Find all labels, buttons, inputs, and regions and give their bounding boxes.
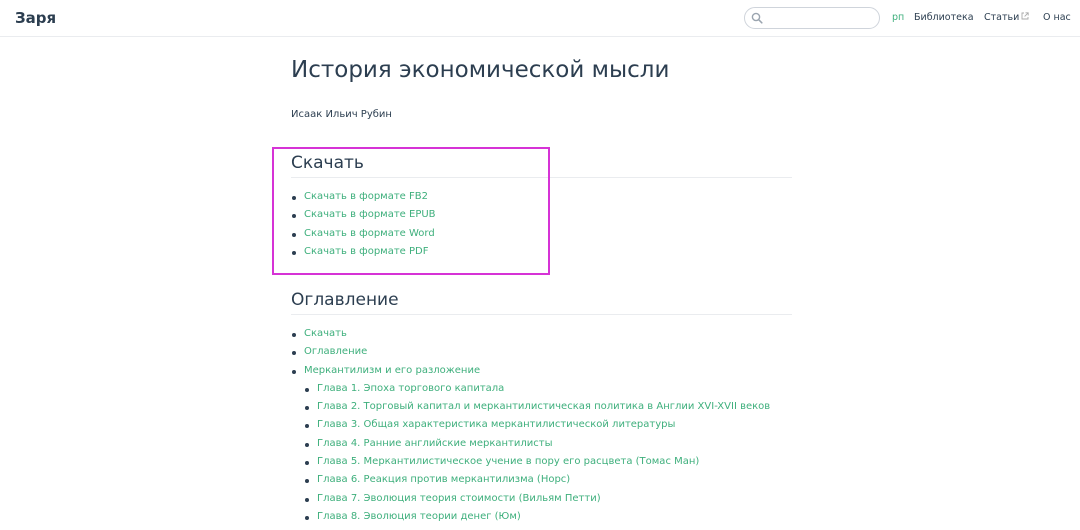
page-title: История экономической мысли — [291, 57, 670, 83]
site-name[interactable]: Заря — [15, 9, 56, 27]
toc-link[interactable]: Глава 1. Эпоха торгового капитала — [317, 383, 504, 394]
toc-link[interactable]: Меркантилизм и его разложение — [304, 365, 480, 376]
external-link-icon — [1021, 12, 1029, 20]
search-box[interactable] — [744, 7, 880, 29]
list-item: Глава 4. Ранние английские меркантилисты — [291, 438, 770, 456]
nav-link-rp[interactable]: рп — [892, 12, 904, 23]
toc-list: Скачать Оглавление Меркантилизм и его ра… — [291, 328, 770, 529]
toc-link[interactable]: Глава 8. Эволюция теории денег (Юм) — [317, 511, 521, 522]
toc-heading: Оглавление — [291, 290, 792, 315]
list-item: Глава 7. Эволюция теория стоимости (Виль… — [291, 493, 770, 511]
toc-link[interactable]: Скачать — [304, 328, 347, 339]
list-item: Глава 6. Реакция против меркантилизма (Н… — [291, 474, 770, 492]
list-item: Глава 1. Эпоха торгового капитала — [291, 383, 770, 401]
toc-link[interactable]: Глава 7. Эволюция теория стоимости (Виль… — [317, 493, 601, 504]
list-item: Глава 8. Эволюция теории денег (Юм) — [291, 511, 770, 529]
toc-link[interactable]: Оглавление — [304, 346, 367, 357]
search-input[interactable] — [767, 10, 873, 26]
list-item: Глава 3. Общая характеристика меркантили… — [291, 419, 770, 437]
toc-link[interactable]: Глава 6. Реакция против меркантилизма (Н… — [317, 474, 570, 485]
list-item: Глава 2. Торговый капитал и меркантилист… — [291, 401, 770, 419]
highlight-box — [272, 147, 550, 275]
nav-link-library[interactable]: Библиотека — [914, 12, 974, 23]
list-item: Скачать — [291, 328, 770, 346]
list-item: Глава 5. Меркантилистическое учение в по… — [291, 456, 770, 474]
author-name: Исаак Ильич Рубин — [291, 109, 392, 120]
list-item: Меркантилизм и его разложение — [291, 365, 770, 383]
toc-link[interactable]: Глава 5. Меркантилистическое учение в по… — [317, 456, 699, 467]
toc-link[interactable]: Глава 3. Общая характеристика меркантили… — [317, 419, 675, 430]
nav-link-articles-label: Статьи — [984, 12, 1020, 23]
nav-link-articles[interactable]: Статьи — [984, 12, 1029, 23]
nav-link-about[interactable]: О нас — [1043, 12, 1071, 23]
toc-link[interactable]: Глава 4. Ранние английские меркантилисты — [317, 438, 552, 449]
search-icon — [751, 12, 763, 24]
toc-link[interactable]: Глава 2. Торговый капитал и меркантилист… — [317, 401, 770, 412]
list-item: Оглавление — [291, 346, 770, 364]
navbar: Заря рп Библиотека Статьи О нас — [0, 0, 1080, 37]
